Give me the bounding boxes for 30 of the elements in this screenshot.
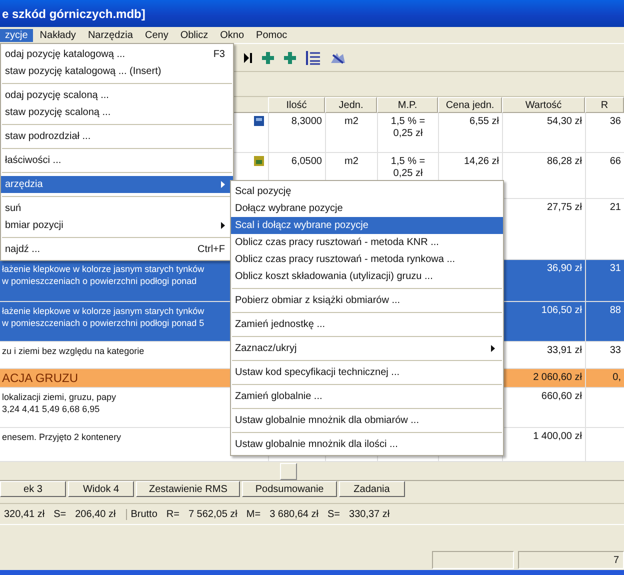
total-text: 7 562,05 zł <box>188 508 238 520</box>
total-text: 3 680,64 zł <box>270 508 318 520</box>
status-panel: 7 <box>518 551 624 569</box>
table-cell: 36 <box>585 113 624 152</box>
total-text: S= <box>54 508 66 520</box>
table-cell: 88 <box>585 302 624 342</box>
total-text: 206,40 zł <box>75 508 116 520</box>
description-cell-text: lokalizacji ziemi, gruzu, papy 3,24 4,41 5,49 6,68 6,95 <box>2 390 118 415</box>
total-text: 320,41 zł <box>4 508 45 520</box>
total-text: M= <box>246 508 261 520</box>
description-cell-text: łażenie klepkowe w kolorze jasnym starych tynków w pomieszczeniach o powierzchni podłogi ponad 5 <box>2 305 206 330</box>
description-cell-text: enesem. Przyjęto 2 kontenery <box>2 430 122 443</box>
table-cell: 33 <box>585 342 624 368</box>
table-cell: 8,3000 <box>268 113 325 152</box>
table-cell: m2 <box>325 113 377 152</box>
table-cell: 0, <box>585 369 624 387</box>
table-cell: 54,30 zł <box>502 113 585 152</box>
table-cell: 21 <box>585 198 624 260</box>
table-cell: 1,5 % = 0,25 zł <box>377 113 438 152</box>
total-text: R= <box>166 508 180 520</box>
table-cell: 31 <box>585 260 624 302</box>
table-cell: 6,55 zł <box>438 113 502 152</box>
description-cell-text: łażenie klepkowe w kolorze jasnym starych tynków w pomieszczeniach o powierzchni podłogi ponad <box>2 263 206 288</box>
table-cell: 66 <box>585 152 624 198</box>
description-cell-text: zu i ziemi bez względu na kategorie <box>2 345 146 358</box>
total-text: S= <box>328 508 340 520</box>
window-title: e szkód górniczych.mdb] <box>1 6 146 20</box>
total-text: 330,37 zł <box>349 508 390 520</box>
total-text: Brutto <box>130 508 158 520</box>
description-cell-text: ACJA GRUZU <box>2 372 80 384</box>
